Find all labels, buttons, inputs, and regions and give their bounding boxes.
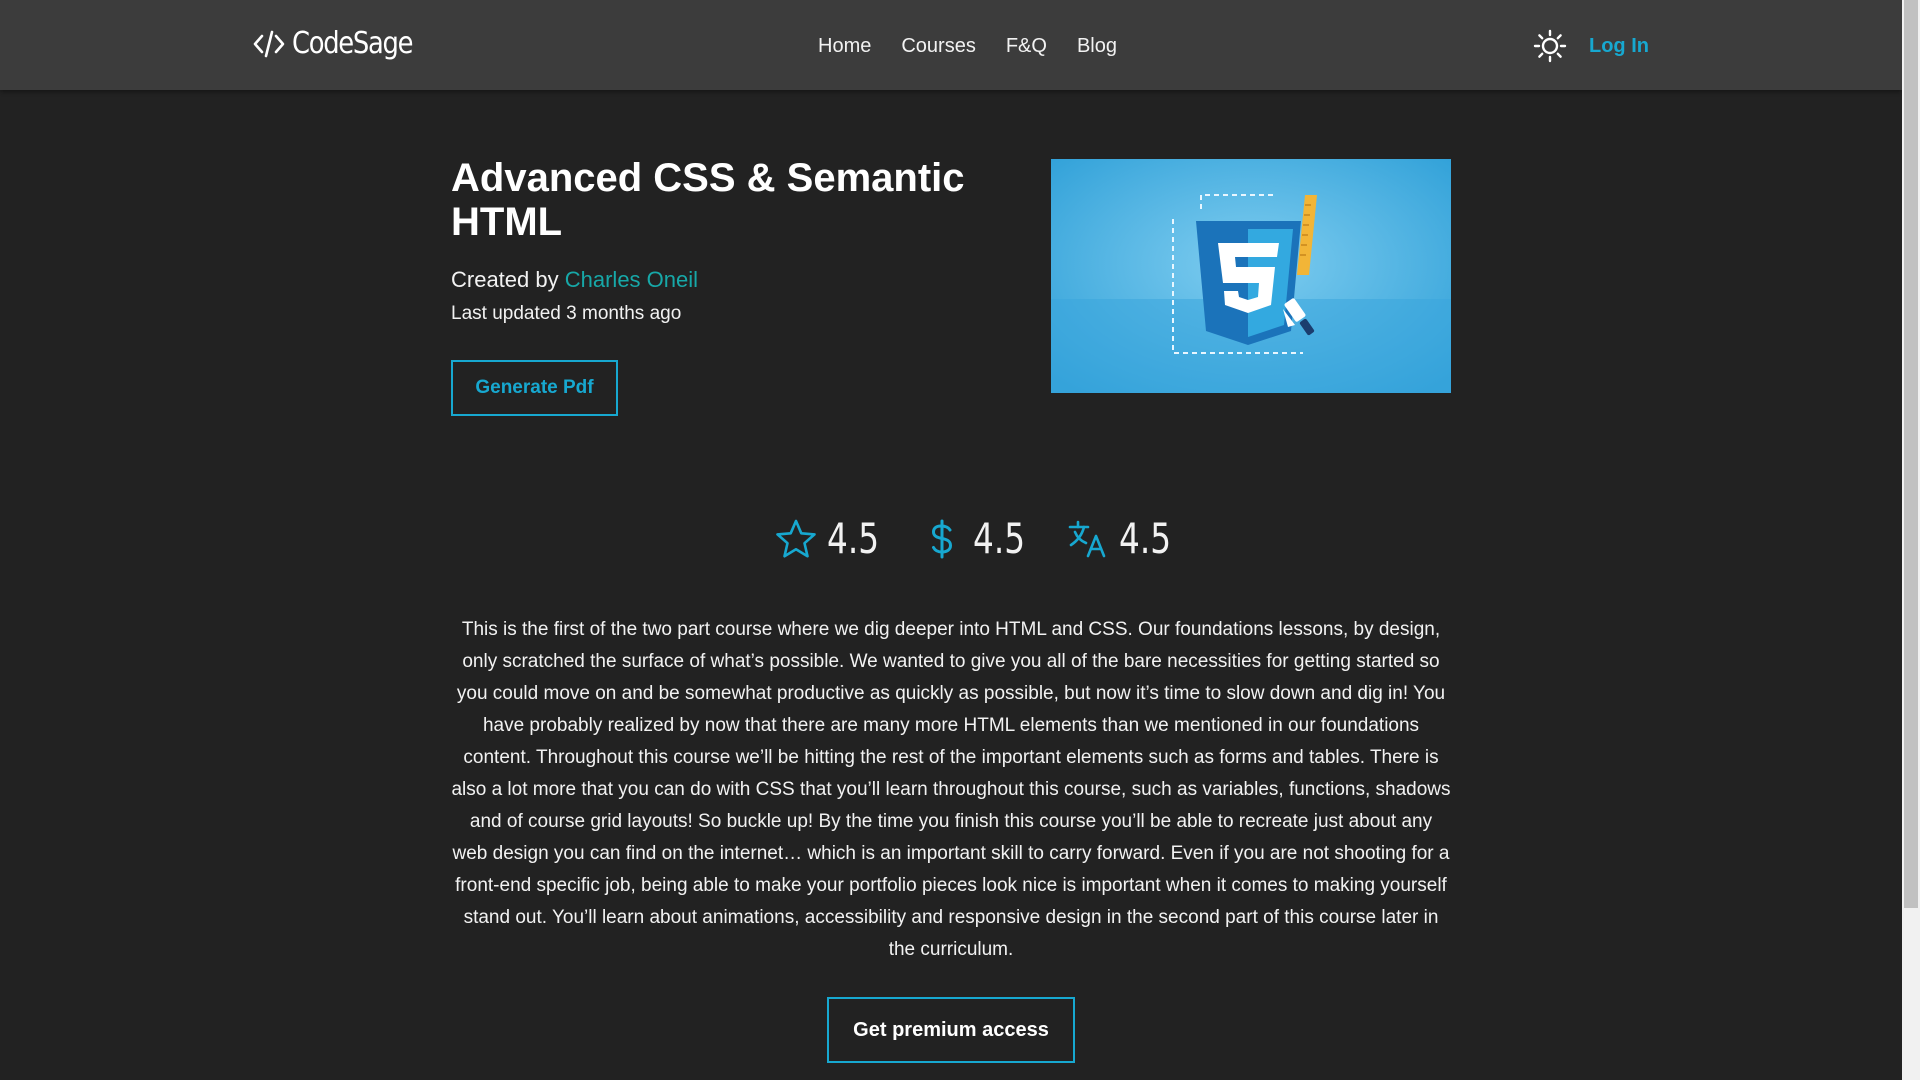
dollar-icon (931, 519, 953, 559)
css3-logo-icon (1196, 221, 1301, 345)
brand-logo[interactable]: CodeSage (252, 24, 432, 64)
last-updated-text: Last updated 3 months ago (451, 303, 682, 324)
nav-faq[interactable]: F&Q (1006, 33, 1047, 59)
rating-value: 4.5 (827, 514, 880, 563)
translate-icon (1068, 520, 1106, 558)
main-nav: Home Courses F&Q Blog (818, 33, 1117, 59)
nav-courses[interactable]: Courses (901, 33, 975, 59)
created-by-label: Created by (451, 267, 559, 292)
scrollbar-thumb[interactable] (1904, 0, 1918, 908)
code-brackets-icon (253, 30, 285, 58)
course-image (1051, 159, 1451, 393)
get-premium-access-button[interactable]: Get premium access (827, 997, 1075, 1063)
course-author-line: Created by Charles Oneil (451, 266, 698, 294)
price-stat: 4.5 (921, 515, 1033, 563)
generate-pdf-button[interactable]: Generate Pdf (451, 360, 618, 416)
brand-name: CodeSage (292, 26, 413, 61)
sun-icon[interactable] (1533, 29, 1567, 63)
star-icon (776, 519, 816, 558)
course-stats: 4.5 4.5 4.5 (775, 512, 1213, 566)
nav-home[interactable]: Home (818, 33, 871, 59)
language-stat: 4.5 (1067, 515, 1179, 563)
top-navbar: CodeSage Home Courses F&Q Blog Log In (0, 0, 1902, 90)
price-value: 4.5 (973, 514, 1026, 563)
language-value: 4.5 (1119, 514, 1172, 563)
login-link[interactable]: Log In (1589, 33, 1649, 59)
author-link[interactable]: Charles Oneil (565, 267, 698, 292)
rating-stat: 4.5 (775, 515, 887, 563)
course-description: This is the first of the two part course… (451, 619, 1451, 960)
nav-blog[interactable]: Blog (1077, 33, 1117, 59)
course-title: Advanced CSS & Semantic HTML (451, 156, 965, 244)
